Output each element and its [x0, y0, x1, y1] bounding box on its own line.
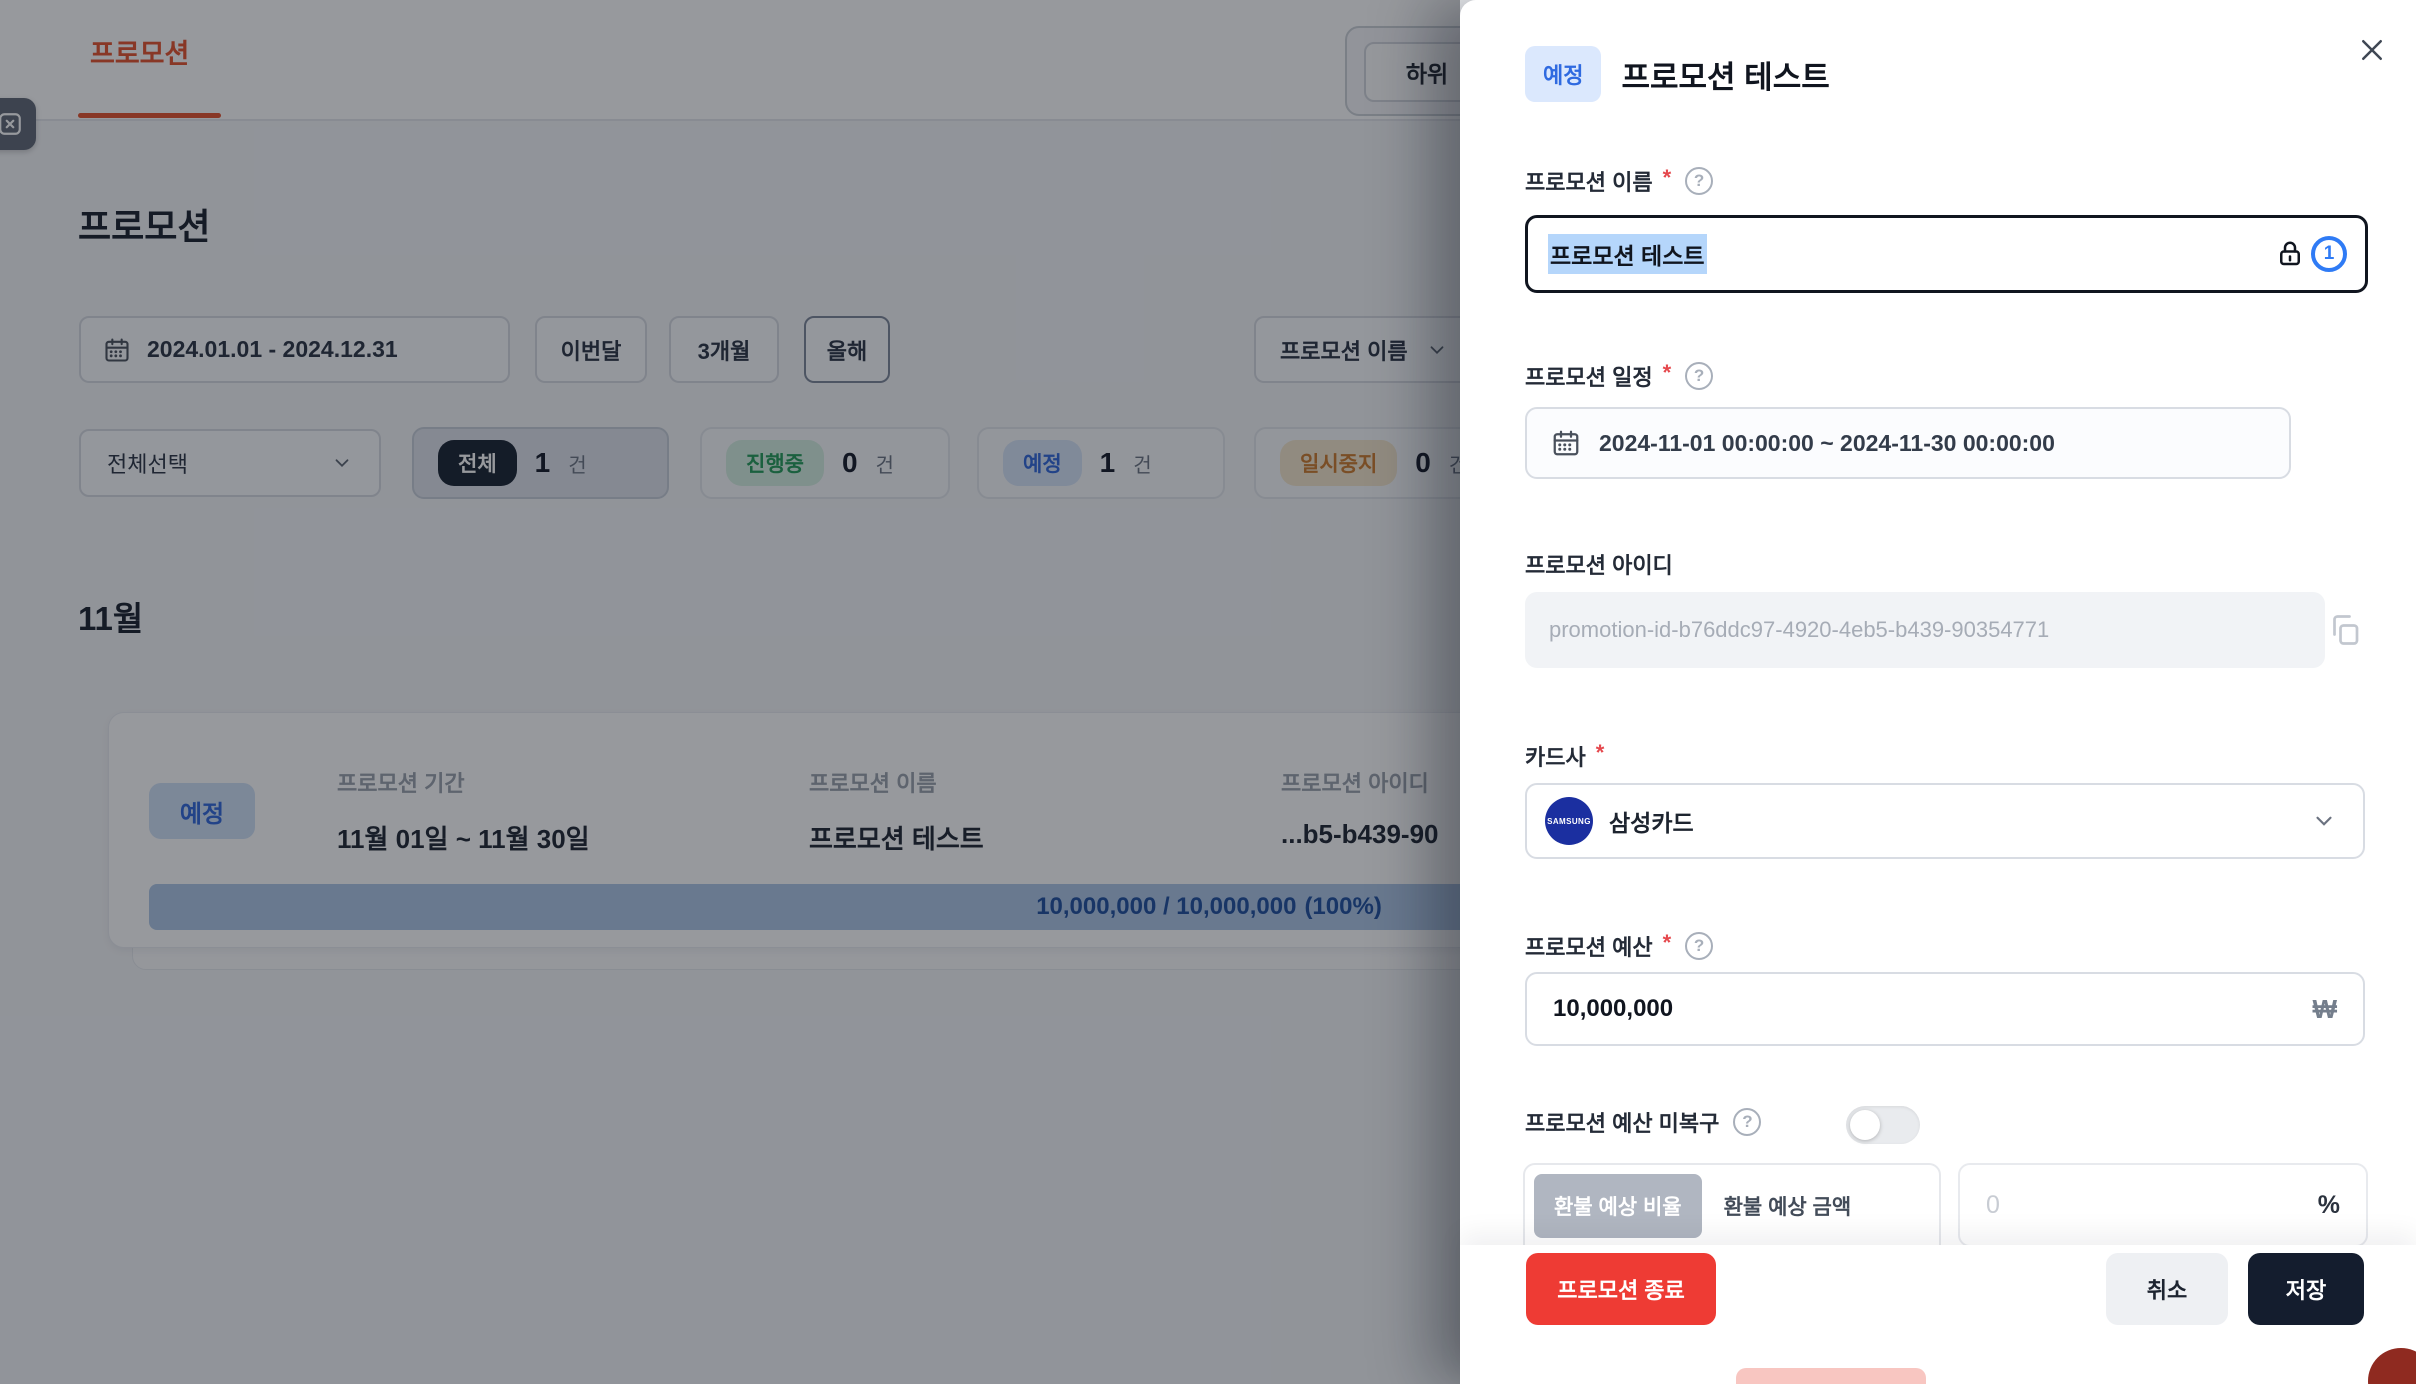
toggle-knob: [1850, 1110, 1880, 1140]
end-promotion-button[interactable]: 프로모션 종료: [1526, 1253, 1716, 1325]
budget-value: 10,000,000: [1553, 995, 1673, 1023]
tab-refund-amount[interactable]: 환불 예상 금액: [1704, 1174, 1872, 1238]
promotion-edit-drawer: 예정 프로모션 테스트 프로모션 이름 * ? 프로모션 테스트 1 프로모션 …: [1460, 0, 2416, 1384]
modal-dim-overlay[interactable]: [0, 0, 1460, 1384]
company-field-label-row: 카드사 *: [1525, 740, 1604, 772]
help-icon[interactable]: ?: [1685, 167, 1713, 195]
promotion-name-input[interactable]: 프로모션 테스트 1: [1525, 215, 2368, 293]
required-mark: *: [1663, 360, 1672, 386]
budget-input[interactable]: 10,000,000 ₩: [1525, 972, 2365, 1046]
app-root: 프로모션 하위 프로모션 2024.01.01 - 2024.12.31 이번: [0, 0, 2416, 1384]
required-mark: *: [1596, 740, 1605, 766]
promotion-id-input-disabled: promotion-id-b76ddc97-4920-4eb5-b439-903…: [1525, 592, 2325, 668]
tab-refund-rate[interactable]: 환불 예상 비율: [1534, 1174, 1702, 1238]
refund-rate-input[interactable]: [1986, 1191, 2318, 1220]
no-restore-toggle[interactable]: [1846, 1106, 1920, 1144]
drawer-header: 예정 프로모션 테스트: [1525, 46, 1830, 102]
schedule-value: 2024-11-01 00:00:00 ~ 2024-11-30 00:00:0…: [1599, 430, 2055, 457]
id-field-label: 프로모션 아이디: [1525, 548, 1673, 580]
calendar-icon: [1551, 428, 1581, 458]
chevron-down-icon: [2311, 808, 2337, 834]
budget-field-label: 프로모션 예산: [1525, 930, 1653, 962]
card-company-select[interactable]: SAMSUNG 삼성카드: [1525, 783, 2365, 859]
cancel-button[interactable]: 취소: [2106, 1253, 2228, 1325]
samsung-card-logo: SAMSUNG: [1545, 797, 1593, 845]
required-mark: *: [1663, 165, 1672, 191]
schedule-field-label-row: 프로모션 일정 * ?: [1525, 360, 1713, 392]
drawer-status-badge: 예정: [1525, 46, 1601, 102]
input-extension-icons: 1: [2275, 236, 2347, 272]
id-field-label-row: 프로모션 아이디: [1525, 548, 1673, 580]
samsung-logo-text: SAMSUNG: [1547, 817, 1591, 826]
save-button[interactable]: 저장: [2248, 1253, 2364, 1325]
schedule-field-label: 프로모션 일정: [1525, 360, 1653, 392]
name-field-label: 프로모션 이름: [1525, 165, 1653, 197]
promotion-id-value: promotion-id-b76ddc97-4920-4eb5-b439-903…: [1549, 617, 2049, 643]
help-icon[interactable]: ?: [1685, 932, 1713, 960]
no-restore-label: 프로모션 예산 미복구: [1525, 1106, 1719, 1138]
promotion-name-value: 프로모션 테스트: [1548, 234, 1707, 274]
copy-id-button[interactable]: [2325, 610, 2365, 650]
name-field-label-row: 프로모션 이름 * ?: [1525, 165, 1713, 197]
no-restore-label-row: 프로모션 예산 미복구 ?: [1525, 1106, 1761, 1138]
budget-field-label-row: 프로모션 예산 * ?: [1525, 930, 1713, 962]
drawer-footer: 프로모션 종료 취소 저장: [1460, 1245, 2416, 1384]
lock-icon[interactable]: [2275, 239, 2305, 269]
password-manager-icon[interactable]: 1: [2311, 236, 2347, 272]
help-icon[interactable]: ?: [1733, 1108, 1761, 1136]
copy-icon: [2327, 612, 2363, 648]
help-icon[interactable]: ?: [1685, 362, 1713, 390]
card-company-value: 삼성카드: [1609, 804, 1694, 838]
drawer-title: 프로모션 테스트: [1621, 52, 1829, 97]
company-field-label: 카드사: [1525, 740, 1586, 772]
promotion-schedule-input[interactable]: 2024-11-01 00:00:00 ~ 2024-11-30 00:00:0…: [1525, 407, 2291, 479]
scrolled-element-peek: [1736, 1368, 1926, 1384]
refund-rate-field: %: [1958, 1163, 2368, 1247]
required-mark: *: [1663, 930, 1672, 956]
won-currency-icon: ₩: [2312, 994, 2337, 1025]
close-icon: [2357, 35, 2387, 65]
percent-suffix: %: [2318, 1191, 2340, 1220]
close-button[interactable]: [2350, 28, 2394, 72]
